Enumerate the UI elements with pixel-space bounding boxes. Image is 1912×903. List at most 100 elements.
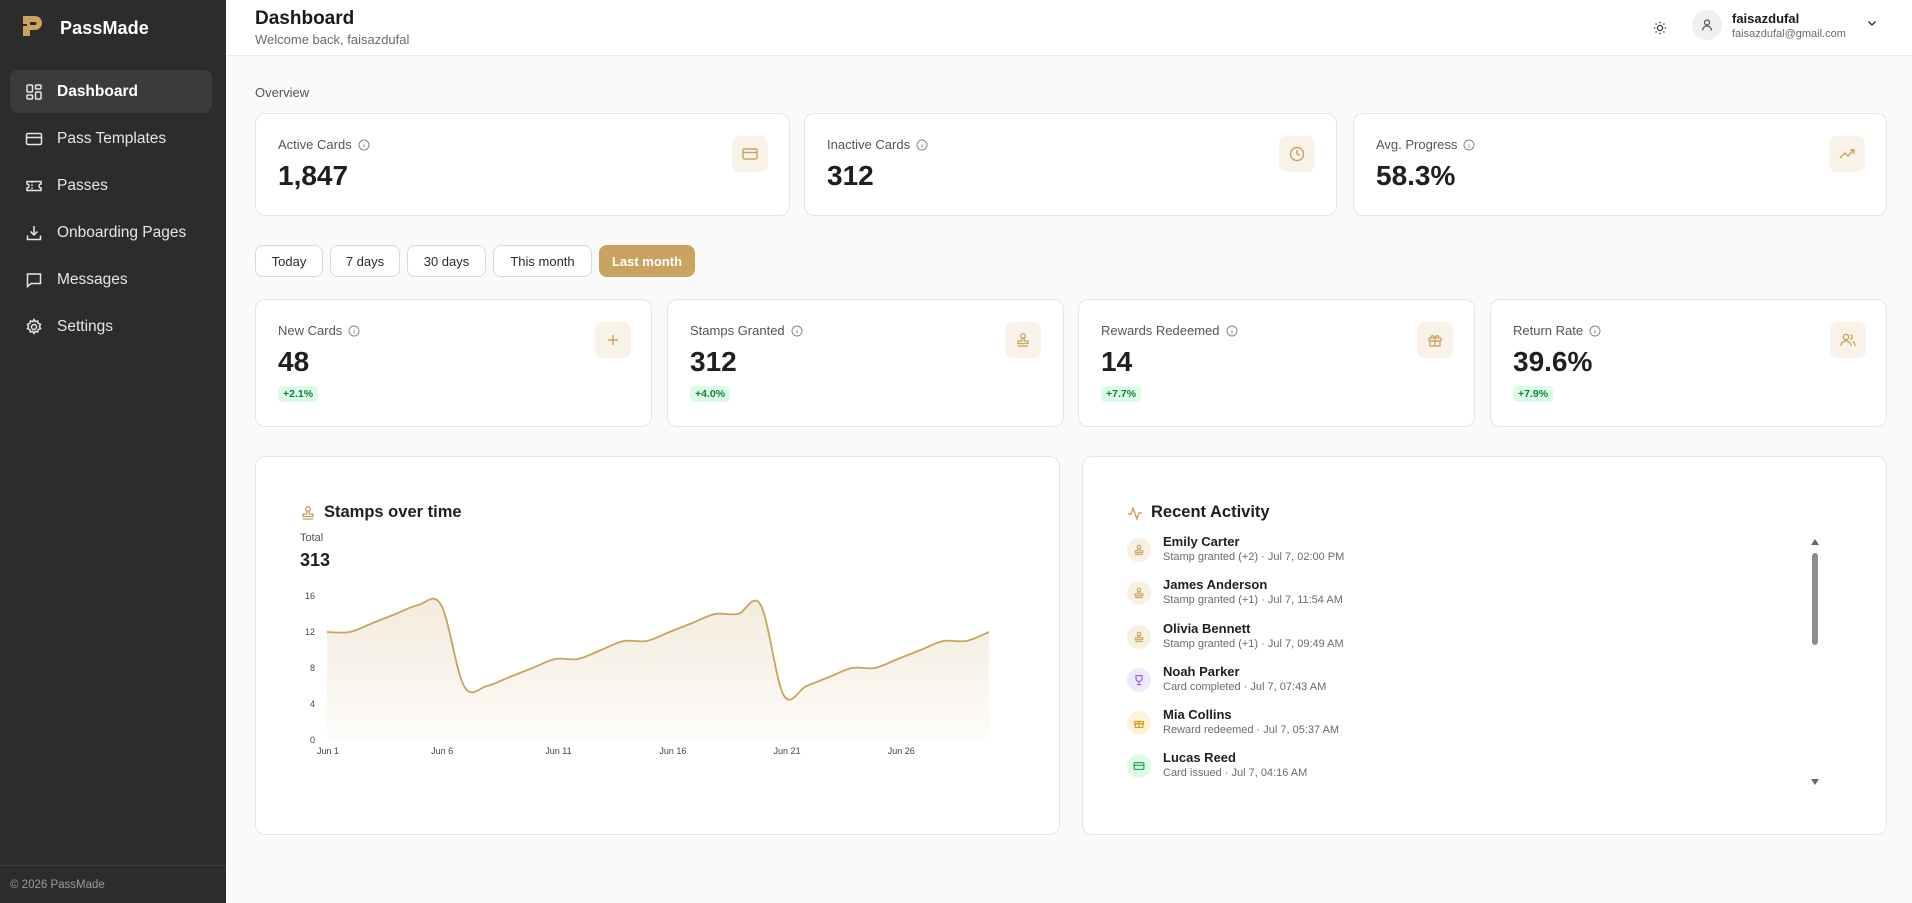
card-title: New Cards bbox=[278, 323, 360, 338]
sidebar-item-onboarding-pages[interactable]: Onboarding Pages bbox=[10, 211, 212, 254]
card-title: Return Rate bbox=[1513, 323, 1601, 338]
stamp-icon bbox=[1127, 624, 1151, 649]
top-header: Dashboard Welcome back, faisazdufal fais… bbox=[226, 0, 1912, 56]
sidebar: PassMade Dashboard Pass Templates Passes… bbox=[0, 0, 226, 903]
panel-title-text: Recent Activity bbox=[1151, 503, 1270, 521]
sidebar-item-pass-templates[interactable]: Pass Templates bbox=[10, 117, 212, 160]
scroll-up-arrow-icon[interactable] bbox=[1810, 537, 1820, 547]
range-7-days-button[interactable]: 7 days bbox=[330, 245, 400, 277]
card-title: Inactive Cards bbox=[827, 137, 928, 152]
gift-icon bbox=[1127, 711, 1151, 736]
range-30-days-button[interactable]: 30 days bbox=[407, 245, 486, 277]
stamps-over-time-panel: Stamps over time Total 313 0 4 8 12 16 Jun 1J… bbox=[255, 456, 1060, 835]
activity-text: Lucas Reed Card issued · Jul 7, 04:16 AM bbox=[1163, 750, 1307, 779]
activity-item[interactable]: Olivia Bennett Stamp granted (+1) · Jul 7… bbox=[1127, 621, 1827, 664]
sidebar-nav: Dashboard Pass Templates Passes Onboardi… bbox=[10, 70, 212, 352]
chevron-down-icon bbox=[1866, 16, 1878, 34]
range-last-month-button[interactable]: Last month bbox=[599, 245, 695, 277]
card-value: 312 bbox=[827, 160, 874, 191]
trending-up-icon bbox=[1829, 136, 1865, 172]
info-icon[interactable] bbox=[358, 139, 370, 151]
info-icon[interactable] bbox=[916, 139, 928, 151]
user-menu[interactable]: faisazdufal faisazdufal@gmail.com bbox=[1692, 10, 1878, 40]
section-label-overview: Overview bbox=[255, 85, 310, 100]
sidebar-item-label: Settings bbox=[57, 317, 114, 335]
clock-icon bbox=[1279, 136, 1315, 172]
change-badge: +4.0% bbox=[690, 386, 731, 402]
metric-card-stamps-granted: Stamps Granted 312 +4.0% bbox=[667, 299, 1064, 427]
activity-item[interactable]: Emily Carter Stamp granted (+2) · Jul 7, … bbox=[1127, 534, 1827, 577]
activity-item[interactable]: James Anderson Stamp granted (+1) · Jul 7… bbox=[1127, 577, 1827, 620]
activity-meta: Stamp granted (+2) · Jul 7, 02:00 PM bbox=[1163, 551, 1345, 563]
y-tick-label: 0 bbox=[310, 735, 315, 745]
info-icon[interactable] bbox=[1589, 325, 1601, 337]
info-icon[interactable] bbox=[1226, 325, 1238, 337]
page-subtitle: Welcome back, faisazdufal bbox=[255, 32, 410, 47]
brand[interactable]: PassMade bbox=[20, 13, 149, 44]
activity-name: James Anderson bbox=[1163, 577, 1268, 593]
info-icon[interactable] bbox=[791, 325, 803, 337]
user-icon bbox=[1701, 19, 1713, 31]
activity-item[interactable]: Mia Collins Reward redeemed · Jul 7, 05:3… bbox=[1127, 707, 1827, 750]
credit-card-icon bbox=[1127, 754, 1151, 779]
trophy-icon bbox=[1127, 667, 1151, 692]
change-badge: +7.9% bbox=[1513, 386, 1554, 402]
ticket-icon bbox=[26, 180, 42, 191]
activity-item[interactable]: Noah Parker Card completed · Jul 7, 07:43… bbox=[1127, 664, 1827, 707]
message-icon bbox=[26, 272, 42, 288]
sun-icon bbox=[1653, 21, 1667, 35]
activity-item[interactable]: Lucas Reed Card issued · Jul 7, 04:16 AM bbox=[1127, 750, 1827, 793]
stat-card-inactive-cards: Inactive Cards 312 bbox=[804, 113, 1337, 216]
logo-icon bbox=[20, 13, 48, 44]
user-email: faisazdufal@gmail.com bbox=[1732, 27, 1846, 40]
user-name: faisazdufal bbox=[1732, 10, 1800, 26]
range-today-button[interactable]: Today bbox=[255, 245, 323, 277]
sidebar-item-label: Onboarding Pages bbox=[57, 223, 187, 241]
activity-meta: Stamp granted (+1) · Jul 7, 09:49 AM bbox=[1163, 637, 1344, 650]
metric-card-return-rate: Return Rate 39.6% +7.9% bbox=[1490, 299, 1887, 427]
change-badge: +2.1% bbox=[278, 386, 319, 402]
card-value: 1,847 bbox=[278, 160, 349, 191]
avatar bbox=[1692, 10, 1722, 40]
info-icon[interactable] bbox=[348, 325, 360, 337]
activity-text: Olivia Bennett Stamp granted (+1) · Jul 7… bbox=[1163, 621, 1344, 650]
card-title-text: Avg. Progress bbox=[1376, 137, 1458, 152]
activity-name: Noah Parker bbox=[1163, 663, 1240, 679]
sidebar-item-dashboard[interactable]: Dashboard bbox=[10, 70, 212, 113]
card-title: Rewards Redeemed bbox=[1101, 323, 1238, 338]
gear-icon bbox=[26, 317, 42, 335]
activity-name: Mia Collins bbox=[1163, 707, 1232, 723]
credit-card-icon bbox=[732, 136, 768, 172]
card-title-text: Stamps Granted bbox=[690, 323, 785, 338]
info-icon[interactable] bbox=[1463, 139, 1475, 151]
card-value: 39.6% bbox=[1513, 346, 1593, 377]
users-icon bbox=[1830, 322, 1866, 358]
activity-text: Noah Parker Card completed · Jul 7, 07:43… bbox=[1163, 664, 1326, 693]
sidebar-item-label: Pass Templates bbox=[57, 129, 167, 147]
card-title-text: Inactive Cards bbox=[827, 137, 911, 152]
stamp-icon bbox=[1127, 538, 1151, 562]
sidebar-item-settings[interactable]: Settings bbox=[10, 305, 212, 348]
theme-toggle-button[interactable] bbox=[1648, 16, 1672, 40]
download-icon bbox=[26, 225, 42, 240]
metric-card-rewards-redeemed: Rewards Redeemed 14 +7.7% bbox=[1078, 299, 1475, 427]
y-tick-label: 16 bbox=[305, 591, 315, 601]
sidebar-item-passes[interactable]: Passes bbox=[10, 164, 212, 207]
stamps-chart: 0 4 8 12 16 Jun 1 Jun 6 Jun 11 Jun 16 Jun 21 Jun 2… bbox=[305, 591, 990, 756]
range-this-month-button[interactable]: This month bbox=[493, 245, 592, 277]
card-value: 48 bbox=[278, 346, 310, 377]
chart-area-fill bbox=[327, 598, 989, 740]
activity-text: Mia Collins Reward redeemed · Jul 7, 05:3… bbox=[1163, 707, 1339, 736]
activity-name: Olivia Bennett bbox=[1163, 620, 1251, 636]
activity-name: Lucas Reed bbox=[1163, 750, 1236, 766]
sidebar-item-messages[interactable]: Messages bbox=[10, 258, 212, 301]
dashboard-icon bbox=[26, 83, 42, 100]
stat-card-active-cards: Active Cards 1,847 bbox=[255, 113, 790, 216]
stat-card-avg-progress: Avg. Progress 58.3% bbox=[1353, 113, 1887, 216]
scroll-thumb[interactable] bbox=[1812, 553, 1818, 645]
sidebar-item-label: Messages bbox=[57, 270, 128, 288]
activity-scrollbar[interactable] bbox=[1810, 537, 1820, 787]
card-value: 14 bbox=[1101, 346, 1133, 377]
scroll-down-arrow-icon[interactable] bbox=[1810, 777, 1820, 787]
activity-icon bbox=[1128, 505, 1142, 521]
